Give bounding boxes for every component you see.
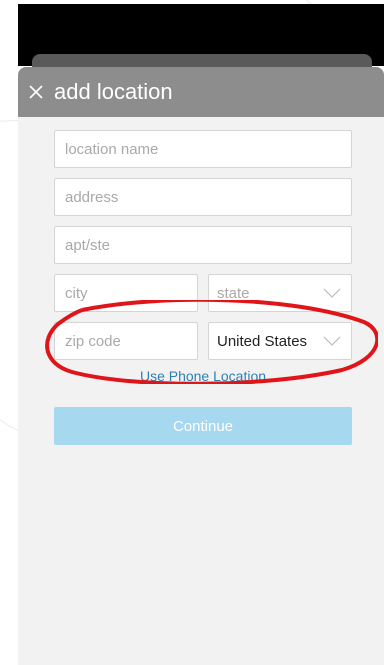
chevron-down-icon	[323, 288, 341, 298]
close-icon	[29, 85, 43, 99]
state-select[interactable]: state	[208, 274, 352, 312]
country-select[interactable]: United States	[208, 322, 352, 360]
screen: add location state	[0, 0, 384, 665]
close-button[interactable]	[18, 67, 54, 117]
location-form: state United States Use Phone Location C…	[54, 130, 352, 445]
add-location-modal: add location state	[18, 67, 384, 665]
apt-ste-field[interactable]	[54, 226, 352, 264]
use-phone-location-link[interactable]: Use Phone Location	[54, 368, 352, 384]
country-select-value: United States	[217, 332, 308, 350]
chevron-down-icon	[323, 336, 341, 346]
address-field[interactable]	[54, 178, 352, 216]
zip-code-field[interactable]	[54, 322, 198, 360]
modal-title: add location	[54, 79, 173, 104]
location-name-field[interactable]	[54, 130, 352, 168]
city-field[interactable]	[54, 274, 198, 312]
modal-header: add location	[18, 67, 384, 117]
continue-button[interactable]: Continue	[54, 407, 352, 445]
state-select-label: state	[217, 284, 250, 302]
